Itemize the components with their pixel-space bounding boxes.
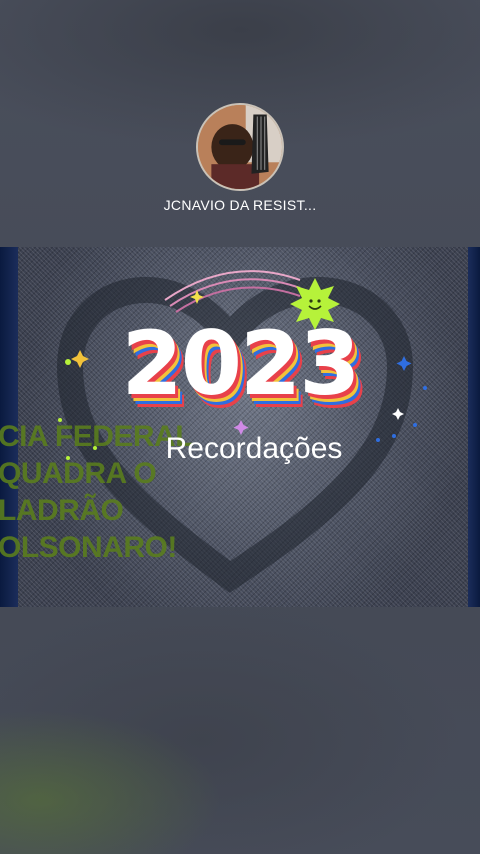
overlay-line: OLSONARO! (0, 531, 177, 564)
overlay-line: LADRÃO (0, 494, 124, 527)
channel-name[interactable]: JCNAVIO DA RESIST... (0, 197, 480, 213)
profile-photo (198, 105, 282, 189)
year-title: 2023 (121, 312, 361, 415)
memories-subtitle: Recordações (165, 432, 343, 465)
avatar[interactable] (196, 103, 284, 191)
